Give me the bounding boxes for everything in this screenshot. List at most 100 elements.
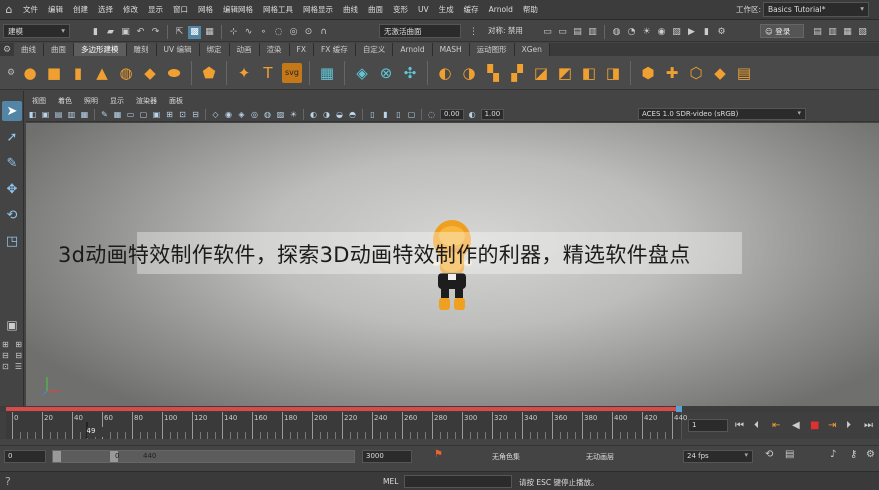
menu-file[interactable]: 文件 bbox=[18, 4, 43, 15]
wedge-icon[interactable]: ▤ bbox=[734, 63, 754, 83]
isolate-select-icon[interactable]: ▯ bbox=[367, 109, 378, 120]
exposure-field[interactable]: 0.00 bbox=[440, 108, 464, 120]
smooth-shade-icon[interactable]: ◉ bbox=[223, 109, 234, 120]
tab-custom[interactable]: 自定义 bbox=[355, 43, 394, 56]
extrude-icon[interactable]: ▚ bbox=[483, 63, 503, 83]
symmetry-label[interactable]: 对称: 禁用 bbox=[488, 25, 523, 36]
modeling-toolkit-icon[interactable]: ▤ bbox=[811, 25, 824, 38]
snap-surface-icon[interactable]: ◎ bbox=[287, 26, 300, 39]
gate-mask-icon[interactable]: ▣ bbox=[151, 109, 162, 120]
live-surface-field[interactable]: 无激活曲面 bbox=[379, 24, 461, 38]
menu-display[interactable]: 显示 bbox=[143, 4, 168, 15]
combine-icon[interactable]: ◈ bbox=[352, 63, 372, 83]
range-slider[interactable]: 0 440 bbox=[52, 450, 355, 463]
separate-icon[interactable]: ⊗ bbox=[376, 63, 396, 83]
bridge-icon[interactable]: ▞ bbox=[507, 63, 527, 83]
attribute-editor-icon[interactable]: ▥ bbox=[826, 25, 839, 38]
camera-icon[interactable]: ◉ bbox=[655, 25, 668, 38]
panel-menu-show[interactable]: 显示 bbox=[104, 96, 130, 106]
shelf-gear-icon[interactable]: ⚙ bbox=[0, 43, 14, 56]
merge-icon[interactable]: ◧ bbox=[579, 63, 599, 83]
default-material-icon[interactable]: ◍ bbox=[262, 109, 273, 120]
tab-poly-modeling[interactable]: 多边形建模 bbox=[74, 43, 127, 56]
snap-curve-icon[interactable]: ∿ bbox=[242, 26, 255, 39]
fps-select[interactable]: 24 fps ▾ bbox=[683, 450, 753, 463]
resolution-gate-icon[interactable]: ▢ bbox=[138, 109, 149, 120]
camera-attributes-icon[interactable]: ▣ bbox=[40, 109, 51, 120]
key-icon[interactable]: ⚑ bbox=[434, 449, 443, 460]
menu-modify[interactable]: 修改 bbox=[118, 4, 143, 15]
multi-cut-icon[interactable]: ⬢ bbox=[638, 63, 658, 83]
tab-animation[interactable]: 动画 bbox=[229, 43, 260, 56]
textured-icon[interactable]: ▨ bbox=[275, 109, 286, 120]
select-object-icon[interactable]: ▩ bbox=[188, 25, 201, 39]
xray-active-icon[interactable]: ▯ bbox=[393, 109, 404, 120]
poly-sphere-icon[interactable]: ● bbox=[20, 63, 40, 83]
panel-menu-view[interactable]: 视图 bbox=[26, 96, 52, 106]
go-to-start-icon[interactable]: ⏮ bbox=[735, 420, 744, 431]
bookmarks-icon[interactable]: ▤ bbox=[53, 109, 64, 120]
tab-arnold[interactable]: Arnold bbox=[393, 43, 433, 56]
render-view-icon[interactable]: ▥ bbox=[586, 25, 599, 38]
toggle-hud-icon[interactable]: ▢ bbox=[406, 109, 417, 120]
smooth-icon[interactable]: ✣ bbox=[400, 63, 420, 83]
tab-xgen[interactable]: XGen bbox=[514, 43, 550, 56]
tab-curves[interactable]: 曲线 bbox=[14, 43, 44, 56]
panel-menu-panels[interactable]: 面板 bbox=[163, 96, 189, 106]
lasso-tool-icon[interactable]: ➚ bbox=[2, 127, 22, 147]
play-backwards-icon[interactable]: ◀ bbox=[792, 420, 800, 431]
tab-mash[interactable]: MASH bbox=[432, 43, 470, 56]
ipr-render-icon[interactable]: ▭ bbox=[556, 25, 569, 38]
step-back-key-icon[interactable]: ⇤ bbox=[772, 420, 780, 431]
fill-hole-icon[interactable]: ◩ bbox=[555, 63, 575, 83]
poly-disc-icon[interactable]: ⬬ bbox=[164, 63, 184, 83]
poly-torus-icon[interactable]: ◍ bbox=[116, 63, 136, 83]
lights-icon[interactable]: ☀ bbox=[288, 109, 299, 120]
render-frame-icon[interactable]: ▭ bbox=[541, 25, 554, 38]
snap-point-icon[interactable]: ∘ bbox=[257, 26, 270, 39]
grid-toggle-icon[interactable]: ▦ bbox=[112, 109, 123, 120]
command-language-label[interactable]: MEL bbox=[383, 477, 398, 486]
render-settings-icon[interactable]: ▤ bbox=[571, 25, 584, 38]
move-tool-icon[interactable]: ✥ bbox=[2, 179, 22, 199]
arnold-render-icon[interactable]: ◔ bbox=[625, 25, 638, 38]
mirror-icon[interactable]: ◑ bbox=[459, 63, 479, 83]
poly-cylinder-icon[interactable]: ▮ bbox=[68, 63, 88, 83]
single-view-icon[interactable]: ▣ bbox=[2, 315, 22, 335]
save-scene-icon[interactable]: ▣ bbox=[119, 26, 132, 39]
hypershade-icon[interactable]: ◍ bbox=[610, 25, 623, 38]
snap-live-icon[interactable]: ⊙ bbox=[302, 26, 315, 39]
step-forward-icon[interactable]: ⏵ bbox=[846, 420, 851, 431]
2d-pan-icon[interactable]: ▦ bbox=[79, 109, 90, 120]
menu-generate[interactable]: 生成 bbox=[434, 4, 459, 15]
panel-menu-renderer[interactable]: 渲染器 bbox=[130, 96, 163, 106]
range-slider-start-handle[interactable] bbox=[53, 451, 61, 462]
tab-sculpting[interactable]: 雕刻 bbox=[126, 43, 157, 56]
exposure-icon[interactable]: ◌ bbox=[426, 109, 437, 120]
open-scene-icon[interactable]: ▰ bbox=[104, 26, 117, 39]
menu-deform[interactable]: 变形 bbox=[388, 4, 413, 15]
playback-settings-icon[interactable]: ▤ bbox=[785, 449, 794, 460]
playblast-icon[interactable]: ▶ bbox=[685, 25, 698, 38]
gamma-icon[interactable]: ◐ bbox=[467, 109, 478, 120]
history-icon[interactable]: ⋮ bbox=[467, 25, 480, 38]
menu-uv[interactable]: UV bbox=[413, 5, 434, 14]
texture-icon[interactable]: ▧ bbox=[670, 25, 683, 38]
anti-alias-icon[interactable]: ◓ bbox=[347, 109, 358, 120]
poly-text-icon[interactable]: T bbox=[258, 63, 278, 83]
film-gate-icon[interactable]: ▭ bbox=[125, 109, 136, 120]
graph-view-icon[interactable]: ⊡ bbox=[2, 362, 9, 371]
menu-windows[interactable]: 窗口 bbox=[168, 4, 193, 15]
tab-rigging[interactable]: 绑定 bbox=[199, 43, 230, 56]
menu-select[interactable]: 选择 bbox=[93, 4, 118, 15]
tab-fx-caching[interactable]: FX 缓存 bbox=[313, 43, 356, 56]
menu-set-select[interactable]: 建模 ▾ bbox=[3, 24, 70, 38]
menu-edit-mesh[interactable]: 编辑网格 bbox=[218, 4, 258, 15]
tab-uv-editing[interactable]: UV 编辑 bbox=[156, 43, 200, 56]
snap-grid-icon[interactable]: ⊹ bbox=[227, 26, 240, 39]
gamma-field[interactable]: 1.00 bbox=[480, 108, 505, 120]
channel-box-icon[interactable]: ▧ bbox=[856, 25, 869, 38]
outliner-view-icon[interactable]: ⊟ bbox=[15, 351, 22, 360]
animation-end-field[interactable]: 3000 bbox=[362, 450, 412, 463]
new-scene-icon[interactable]: ▮ bbox=[89, 26, 102, 39]
